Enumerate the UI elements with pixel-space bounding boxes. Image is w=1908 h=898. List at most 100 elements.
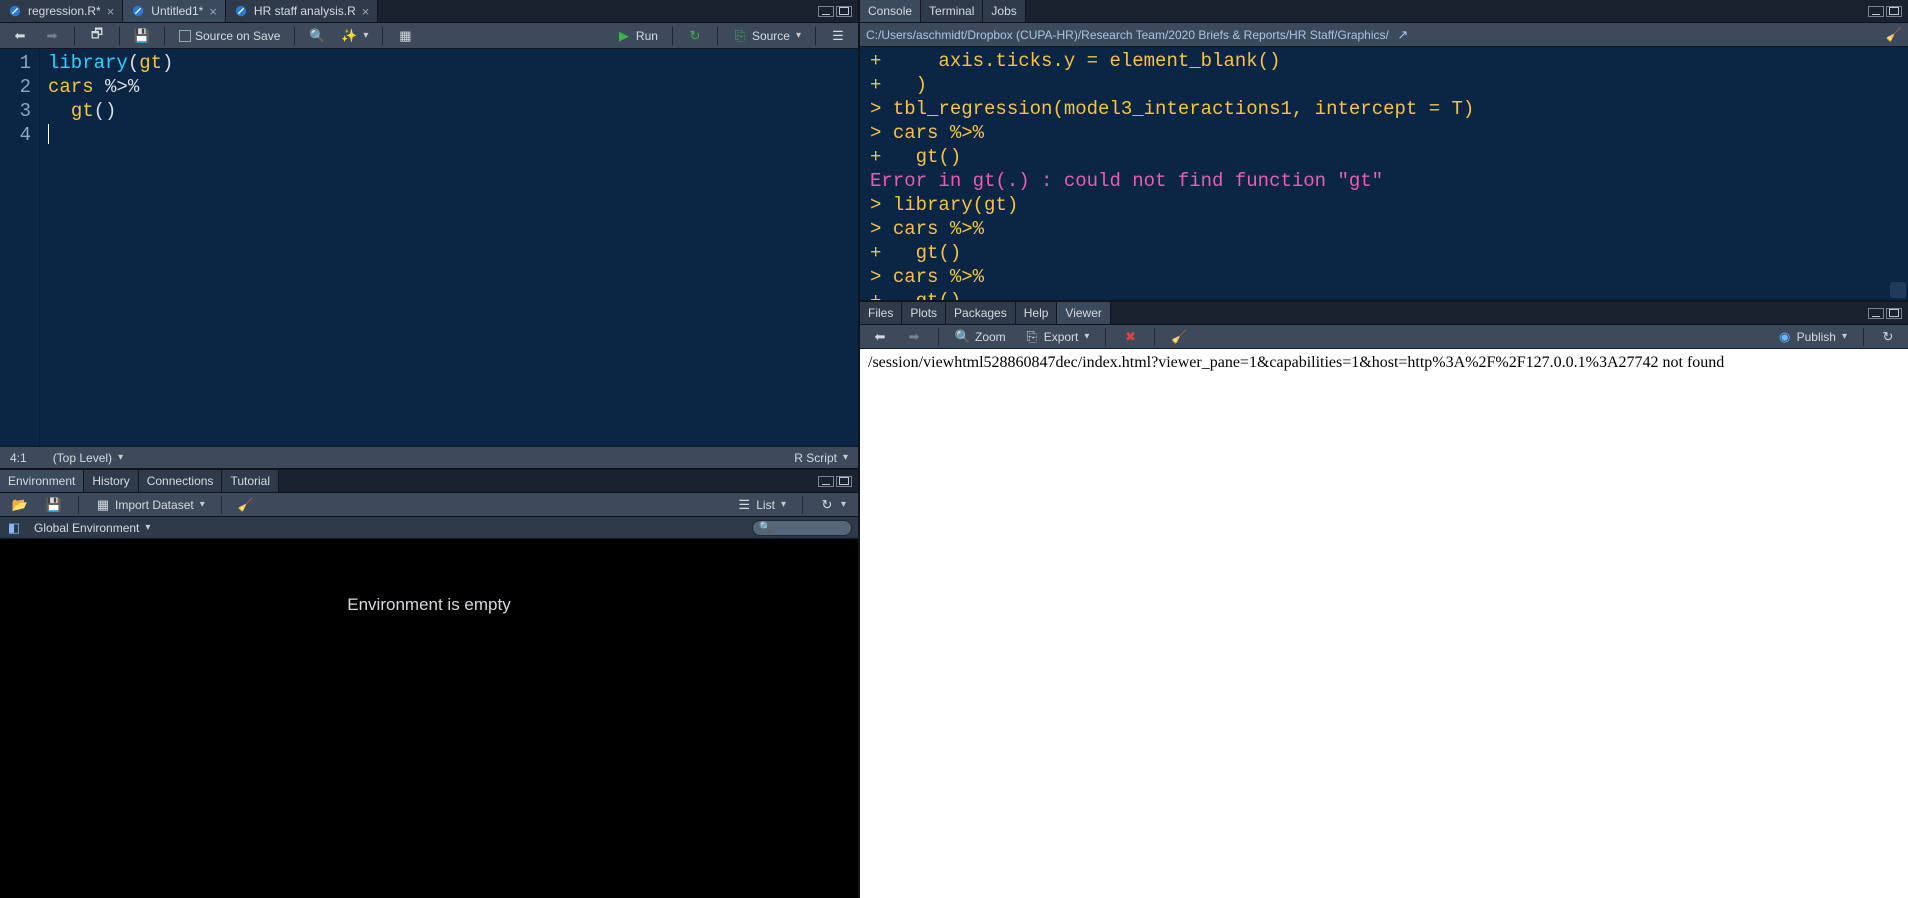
viewer-body: /session/viewhtml528860847dec/index.html… — [860, 349, 1908, 898]
viewer-refresh-button[interactable]: ↻ — [1874, 327, 1902, 347]
console-path-bar: C:/Users/aschmidt/Dropbox (CUPA-HR)/Rese… — [860, 23, 1908, 47]
minimize-icon[interactable] — [1868, 6, 1884, 17]
console-window-controls — [1862, 0, 1908, 22]
arrow-right-icon: ➡ — [906, 329, 922, 345]
save-icon: 💾 — [46, 497, 62, 513]
tab-environment[interactable]: Environment — [0, 470, 84, 492]
minimize-icon[interactable] — [1868, 308, 1884, 319]
viewer-pane: Files Plots Packages Help Viewer ⬅ ➡ 🔍 Z… — [860, 300, 1908, 898]
scope-selector[interactable]: (Top Level) ▾ — [47, 449, 129, 467]
viewer-remove-button[interactable]: ✖ — [1116, 327, 1144, 347]
code-line[interactable]: library(gt) — [48, 51, 858, 75]
code-line[interactable]: gt() — [48, 99, 858, 123]
doc-icon — [234, 4, 248, 18]
load-workspace-button[interactable]: 📂 — [6, 495, 34, 515]
tab-label: Connections — [147, 474, 214, 488]
editor-tab-hrstaff[interactable]: HR staff analysis.R × — [226, 0, 378, 22]
env-toolbar: 📂 💾 ▦ Import Dataset ▾ 🧹 ☰ List ▾ ↻▾ — [0, 493, 858, 517]
language-label: R Script — [794, 451, 837, 465]
tab-files[interactable]: Files — [860, 302, 902, 324]
doc-icon — [8, 4, 22, 18]
import-dataset-button[interactable]: ▦ Import Dataset ▾ — [89, 495, 211, 515]
close-icon[interactable]: × — [107, 5, 115, 18]
viewer-clear-button[interactable]: 🧹 — [1165, 327, 1193, 347]
tab-help[interactable]: Help — [1016, 302, 1058, 324]
tab-viewer[interactable]: Viewer — [1057, 302, 1110, 324]
code-editor[interactable]: 1234 library(gt)cars %>% gt() — [0, 49, 858, 446]
find-button[interactable]: 🔍 — [303, 26, 331, 46]
viewer-forward-button[interactable]: ➡ — [900, 327, 928, 347]
maximize-icon[interactable] — [1886, 308, 1902, 319]
editor-code[interactable]: library(gt)cars %>% gt() — [40, 49, 858, 446]
editor-tab-untitled[interactable]: Untitled1* × — [123, 0, 226, 22]
save-button[interactable]: 💾 — [128, 26, 156, 46]
rerun-button[interactable]: ↻ — [681, 26, 709, 46]
console-line: > cars %>% — [870, 217, 1898, 241]
editor-gutter: 1234 — [0, 49, 40, 446]
view-mode-list[interactable]: ☰ List ▾ — [730, 495, 792, 515]
save-icon: 💾 — [134, 28, 150, 44]
env-scope-label: Global Environment — [34, 521, 139, 535]
tab-history[interactable]: History — [84, 470, 138, 492]
source-on-save-checkbox[interactable]: Source on Save — [173, 27, 286, 45]
tab-plots[interactable]: Plots — [902, 302, 946, 324]
code-line[interactable] — [48, 123, 858, 147]
source-on-save-label: Source on Save — [195, 29, 280, 43]
close-icon[interactable]: × — [209, 5, 217, 18]
tab-connections[interactable]: Connections — [139, 470, 223, 492]
console-line: + gt() — [870, 289, 1898, 300]
viewer-error-text: /session/viewhtml528860847dec/index.html… — [868, 354, 1724, 371]
console-output[interactable]: + axis.ticks.y = element_blank()+ )> tbl… — [860, 47, 1908, 300]
maximize-icon[interactable] — [836, 476, 852, 487]
maximize-icon[interactable] — [836, 6, 852, 17]
report-icon: ▦ — [397, 28, 413, 44]
run-button[interactable]: ▶ Run — [610, 26, 664, 46]
remove-icon: ✖ — [1122, 329, 1138, 345]
tab-label: History — [92, 474, 129, 488]
maximize-icon[interactable] — [1886, 6, 1902, 17]
tab-label: Packages — [954, 306, 1007, 320]
popout-icon[interactable]: ↗ — [1395, 27, 1411, 43]
env-search-input[interactable]: 🔍 — [752, 520, 852, 536]
save-workspace-button[interactable]: 💾 — [40, 495, 68, 515]
wand-button[interactable]: ✨▾ — [335, 26, 374, 46]
tab-label: Jobs — [991, 4, 1016, 18]
editor-tab-regression[interactable]: regression.R* × — [0, 0, 123, 22]
minimize-icon[interactable] — [818, 476, 834, 487]
editor-tab-label: HR staff analysis.R — [254, 4, 356, 18]
viewer-back-button[interactable]: ⬅ — [866, 327, 894, 347]
tab-packages[interactable]: Packages — [946, 302, 1016, 324]
tab-tutorial[interactable]: Tutorial — [222, 470, 279, 492]
viewer-publish-button[interactable]: ◉ Publish ▾ — [1771, 327, 1853, 347]
rerun-icon: ↻ — [687, 28, 703, 44]
tab-jobs[interactable]: Jobs — [983, 0, 1025, 22]
tab-label: Files — [868, 306, 893, 320]
code-line[interactable]: cars %>% — [48, 75, 858, 99]
console-pane: Console Terminal Jobs C:/Users/aschmidt/… — [860, 0, 1908, 300]
env-scope-selector[interactable]: Global Environment ▾ — [28, 519, 156, 537]
editor-statusbar: 4:1 (Top Level) ▾ R Script ▾ — [0, 446, 858, 468]
clear-env-button[interactable]: 🧹 — [232, 495, 260, 515]
nav-back-button[interactable]: ⬅ — [6, 26, 34, 46]
environment-pane: Environment History Connections Tutorial… — [0, 468, 858, 898]
viewer-export-button[interactable]: ⎘ Export ▾ — [1018, 327, 1096, 347]
console-path-label[interactable]: C:/Users/aschmidt/Dropbox (CUPA-HR)/Rese… — [866, 28, 1389, 42]
tab-terminal[interactable]: Terminal — [921, 0, 983, 22]
doc-outline-button[interactable]: ☰ — [824, 26, 852, 46]
close-icon[interactable]: × — [362, 5, 370, 18]
show-in-window-button[interactable]: 🗗 — [83, 26, 111, 46]
console-tabbar: Console Terminal Jobs — [860, 0, 1908, 23]
refresh-env-button[interactable]: ↻▾ — [813, 495, 852, 515]
clear-console-button[interactable]: 🧹 — [1886, 27, 1902, 43]
publish-icon: ◉ — [1777, 329, 1793, 345]
tab-console[interactable]: Console — [860, 0, 921, 22]
source-icon: ⎘ — [732, 28, 748, 44]
viewer-zoom-button[interactable]: 🔍 Zoom — [949, 327, 1012, 347]
nav-forward-button[interactable]: ➡ — [38, 26, 66, 46]
tab-label: Help — [1024, 306, 1049, 320]
refresh-icon: ↻ — [1880, 329, 1896, 345]
editor-pane: regression.R* × Untitled1* × HR staff an… — [0, 0, 858, 468]
minimize-icon[interactable] — [818, 6, 834, 17]
source-dropdown-button[interactable]: ⎘ Source ▾ — [726, 26, 807, 46]
compile-report-button[interactable]: ▦ — [391, 26, 419, 46]
